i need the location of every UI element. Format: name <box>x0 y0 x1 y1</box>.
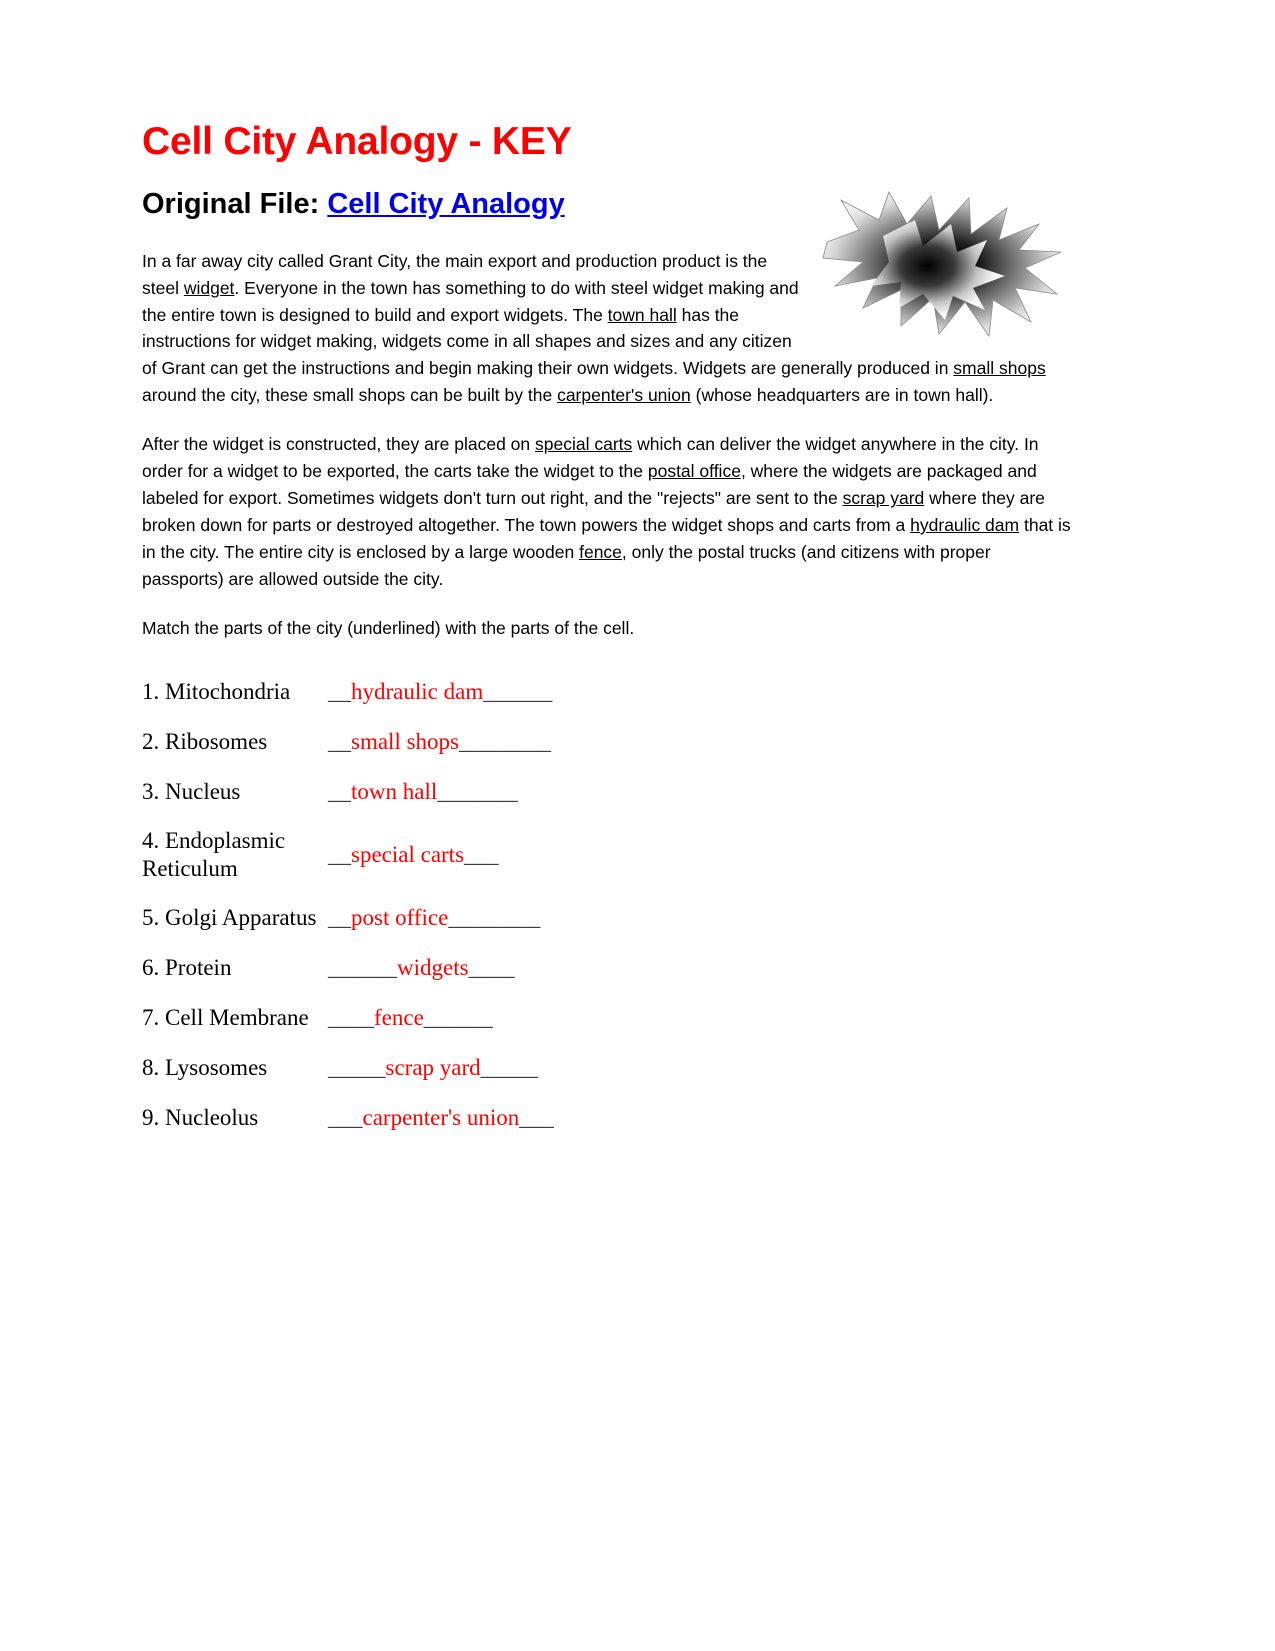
starburst-splat-image <box>819 190 1069 340</box>
paragraph-two: After the widget is constructed, they ar… <box>142 431 1077 593</box>
match-answer-blank[interactable]: __hydraulic dam______ <box>328 678 552 707</box>
match-answer-blank[interactable]: __special carts___ <box>328 841 499 870</box>
blank-lead: ______ <box>328 954 397 980</box>
blank-lead: __ <box>328 778 351 804</box>
list-item: 9. Nucleolus ___carpenter's union___ <box>142 1103 1077 1133</box>
matching-answer-list: 1. Mitochondria __hydraulic dam______ 2.… <box>142 677 1077 1133</box>
term-fence: fence <box>579 542 622 563</box>
match-term-label: 6. Protein <box>142 955 232 981</box>
list-item: 2. Ribosomes __small shops________ <box>142 727 1077 757</box>
match-answer-blank[interactable]: ___carpenter's union___ <box>328 1104 554 1133</box>
match-answer-blank[interactable]: __town hall_______ <box>328 778 518 807</box>
blank-trail: _______ <box>437 778 518 804</box>
match-answer-blank[interactable]: __post office________ <box>328 904 540 933</box>
answer-text: hydraulic dam <box>351 678 484 704</box>
blank-lead: __ <box>328 678 351 704</box>
answer-text: fence <box>374 1004 424 1030</box>
original-file-label: Original File: <box>142 187 320 220</box>
blank-trail: _____ <box>480 1054 539 1080</box>
term-widget: widget <box>183 277 235 298</box>
match-term-label: 2. Ribosomes <box>142 729 268 755</box>
p1-seg5: (whose headquarters are in town hall). <box>690 385 994 406</box>
match-term-label: 1. Mitochondria <box>142 679 291 705</box>
instruction-line: Match the parts of the city (underlined)… <box>142 617 635 638</box>
term-scrap-yard: scrap yard <box>842 488 925 509</box>
match-term-label: 8. Lysosomes <box>142 1055 268 1081</box>
blank-lead: __ <box>328 728 351 754</box>
term-postal-office: postal office <box>647 461 741 482</box>
term-special-carts: special carts <box>535 434 633 455</box>
p1-seg4: around the city, these small shops can b… <box>142 385 558 406</box>
list-item: 6. Protein ______widgets____ <box>142 953 1077 983</box>
answer-text: town hall <box>351 778 438 804</box>
answer-text: special carts <box>351 841 465 867</box>
original-file-link[interactable]: Cell City Analogy <box>327 188 564 220</box>
match-term-label: 7. Cell Membrane <box>142 1005 309 1031</box>
document-page: Cell City Analogy - KEY Original File: C… <box>0 0 1275 1651</box>
list-item: 8. Lysosomes _____scrap yard_____ <box>142 1053 1077 1083</box>
term-hydraulic-dam: hydraulic dam <box>910 515 1020 536</box>
document-content: Cell City Analogy - KEY Original File: C… <box>142 120 1077 1153</box>
blank-lead: __ <box>328 841 351 867</box>
term-small-shops: small shops <box>953 358 1046 379</box>
answer-text: widgets <box>397 954 469 980</box>
term-carpenters-union: carpenter's union <box>557 385 691 406</box>
blank-lead: ____ <box>328 1004 374 1030</box>
body-text-block: In a far away city called Grant City, th… <box>142 190 1077 642</box>
match-answer-blank[interactable]: __small shops________ <box>328 728 551 757</box>
term-town-hall: town hall <box>607 304 677 325</box>
match-answer-blank[interactable]: _____scrap yard_____ <box>328 1054 538 1083</box>
list-item: 1. Mitochondria __hydraulic dam______ <box>142 677 1077 707</box>
match-answer-blank[interactable]: ______widgets____ <box>328 954 515 983</box>
blank-trail: ____ <box>468 954 515 980</box>
list-item: 7. Cell Membrane ____fence______ <box>142 1003 1077 1033</box>
page-title: Cell City Analogy - KEY <box>142 120 572 163</box>
match-term-label: 3. Nucleus <box>142 779 241 805</box>
blank-trail: ______ <box>423 1004 493 1030</box>
match-term-label: 4. Endoplasmic Reticulum <box>142 828 286 882</box>
match-term-label: 9. Nucleolus <box>142 1105 259 1131</box>
list-item: 3. Nucleus __town hall_______ <box>142 777 1077 807</box>
answer-text: carpenter's union <box>362 1104 520 1130</box>
match-term-label: 5. Golgi Apparatus <box>142 905 317 931</box>
blank-trail: ________ <box>458 728 551 754</box>
blank-trail: ___ <box>464 841 499 867</box>
blank-trail: ________ <box>448 904 541 930</box>
blank-trail: ______ <box>483 678 553 704</box>
list-item: 4. Endoplasmic Reticulum __special carts… <box>142 827 1077 883</box>
match-answer-blank[interactable]: ____fence______ <box>328 1004 493 1033</box>
answer-text: scrap yard <box>385 1054 481 1080</box>
blank-lead: __ <box>328 904 351 930</box>
blank-trail: ___ <box>519 1104 554 1130</box>
p2-seg1: After the widget is constructed, they ar… <box>142 434 535 455</box>
blank-lead: ___ <box>328 1104 363 1130</box>
answer-text: post office <box>351 904 449 930</box>
answer-text: small shops <box>351 728 459 754</box>
list-item: 5. Golgi Apparatus __post office________ <box>142 903 1077 933</box>
blank-lead: _____ <box>328 1054 386 1080</box>
